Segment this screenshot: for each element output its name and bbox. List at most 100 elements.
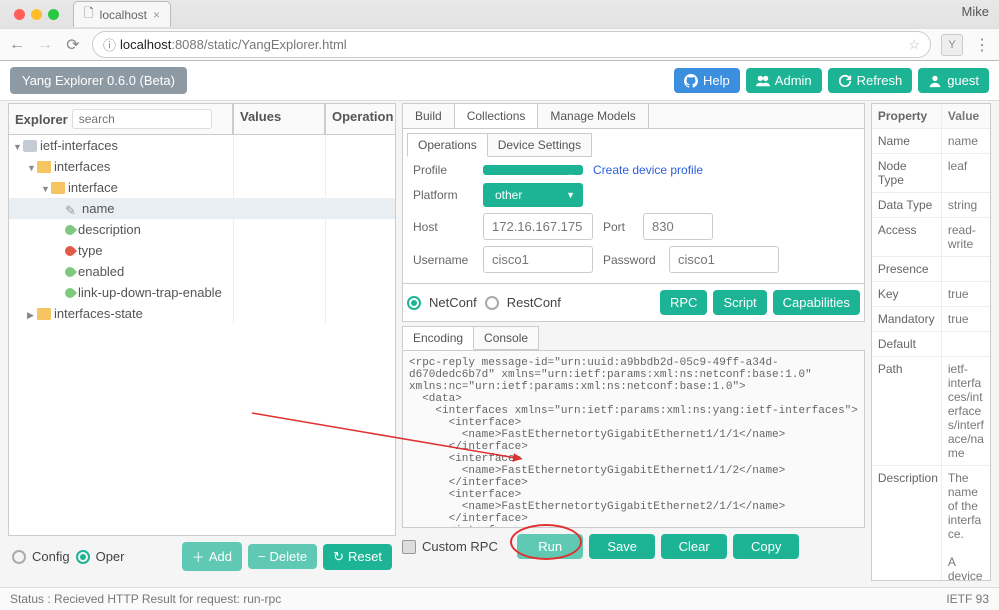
fold-icon bbox=[51, 182, 65, 194]
property-value bbox=[942, 332, 990, 356]
rpc-button[interactable]: RPC bbox=[660, 290, 707, 315]
netconf-radio[interactable] bbox=[407, 296, 421, 310]
clear-button[interactable]: Clear bbox=[661, 534, 727, 559]
guest-button[interactable]: guest bbox=[918, 68, 989, 93]
subtab-operations[interactable]: Operations bbox=[407, 133, 488, 157]
restconf-radio[interactable] bbox=[485, 296, 499, 310]
help-button[interactable]: Help bbox=[674, 68, 740, 93]
property-value: name bbox=[942, 129, 990, 153]
tree-label: interface bbox=[68, 180, 118, 195]
platform-label: Platform bbox=[413, 188, 473, 202]
property-value: true bbox=[942, 307, 990, 331]
users-icon bbox=[756, 74, 770, 88]
tree-value bbox=[234, 156, 326, 177]
property-row: Data Typestring bbox=[872, 193, 990, 218]
menu-icon[interactable]: ⋮ bbox=[973, 35, 991, 55]
console-output[interactable]: <rpc-reply message-id="urn:uuid:a9bbdb2d… bbox=[402, 350, 865, 528]
property-header: Property bbox=[872, 104, 942, 128]
key-icon bbox=[65, 203, 79, 215]
capabilities-button[interactable]: Capabilities bbox=[773, 290, 860, 315]
tree-row[interactable]: ietf-interfaces bbox=[9, 135, 395, 156]
platform-select[interactable]: other bbox=[483, 183, 583, 207]
property-value: leaf bbox=[942, 154, 990, 192]
property-value bbox=[942, 257, 990, 281]
app-title: Yang Explorer 0.6.0 (Beta) bbox=[10, 67, 187, 94]
password-label: Password bbox=[603, 253, 659, 267]
oper-label: Oper bbox=[96, 549, 125, 564]
tree-row[interactable]: description bbox=[9, 219, 395, 240]
property-row: Pathietf-interfaces/interfaces/interface… bbox=[872, 357, 990, 466]
property-row: Namename bbox=[872, 129, 990, 154]
extension-icon[interactable]: Y bbox=[941, 34, 963, 56]
username-input[interactable] bbox=[483, 246, 593, 273]
create-profile-link[interactable]: Create device profile bbox=[593, 163, 703, 177]
oper-radio[interactable] bbox=[76, 550, 90, 564]
search-input[interactable] bbox=[72, 109, 212, 129]
script-button[interactable]: Script bbox=[713, 290, 766, 315]
tree-label: link-up-down-trap-enable bbox=[78, 285, 222, 300]
password-input[interactable] bbox=[669, 246, 779, 273]
window-min-icon[interactable] bbox=[31, 9, 42, 20]
status-right: IETF 93 bbox=[946, 592, 989, 606]
reload-icon[interactable]: ⟳ bbox=[64, 35, 82, 55]
tree-value bbox=[234, 261, 326, 282]
delete-button[interactable]: −Delete bbox=[248, 544, 317, 569]
refresh-icon bbox=[838, 74, 852, 88]
bookmark-icon[interactable]: ☆ bbox=[908, 37, 920, 53]
run-button[interactable]: Run bbox=[517, 534, 583, 559]
profile-label[interactable]: Mike bbox=[962, 4, 989, 19]
property-key: Name bbox=[872, 129, 942, 153]
tree-row[interactable]: name bbox=[9, 198, 395, 219]
tab-encoding[interactable]: Encoding bbox=[402, 326, 474, 350]
host-input[interactable] bbox=[483, 213, 593, 240]
address-bar[interactable]: ⓘ localhost :8088/static/YangExplorer.ht… bbox=[92, 31, 931, 58]
window-max-icon[interactable] bbox=[48, 9, 59, 20]
config-label: Config bbox=[32, 549, 70, 564]
tree-row[interactable]: type bbox=[9, 240, 395, 261]
property-row: DescriptionThe name of the interface. A … bbox=[872, 466, 990, 581]
tab-manage-models[interactable]: Manage Models bbox=[538, 104, 648, 128]
reset-button[interactable]: ↻Reset bbox=[323, 544, 392, 570]
info-icon[interactable]: ⓘ bbox=[103, 35, 116, 54]
copy-button[interactable]: Copy bbox=[733, 534, 799, 559]
back-icon[interactable]: ← bbox=[8, 36, 26, 54]
tree-row[interactable]: interfaces-state bbox=[9, 303, 395, 324]
property-row: Keytrue bbox=[872, 282, 990, 307]
property-row: Accessread-write bbox=[872, 218, 990, 257]
tree-row[interactable]: enabled bbox=[9, 261, 395, 282]
window-close-icon[interactable] bbox=[14, 9, 25, 20]
tab-collections[interactable]: Collections bbox=[455, 104, 539, 128]
explorer-header: Explorer bbox=[15, 112, 68, 127]
property-value: ietf-interfaces/interfaces/interface/nam… bbox=[942, 357, 990, 465]
property-key: Node Type bbox=[872, 154, 942, 192]
custom-rpc-checkbox[interactable] bbox=[402, 540, 416, 554]
config-radio[interactable] bbox=[12, 550, 26, 564]
browser-tab[interactable]: 🗋 localhost × bbox=[73, 1, 171, 27]
tree-label: ietf-interfaces bbox=[40, 138, 118, 153]
tab-build[interactable]: Build bbox=[403, 104, 455, 128]
refresh-button[interactable]: Refresh bbox=[828, 68, 913, 93]
port-input[interactable] bbox=[643, 213, 713, 240]
add-button[interactable]: ＋Add bbox=[182, 542, 242, 571]
netconf-label: NetConf bbox=[429, 295, 477, 310]
profile-select[interactable] bbox=[483, 165, 583, 175]
property-key: Path bbox=[872, 357, 942, 465]
tab-console[interactable]: Console bbox=[473, 326, 539, 350]
fold-icon bbox=[37, 308, 51, 320]
property-row: Default bbox=[872, 332, 990, 357]
tree-label: enabled bbox=[78, 264, 124, 279]
forward-icon: → bbox=[36, 36, 54, 54]
close-icon[interactable]: × bbox=[153, 8, 160, 22]
profile-label: Profile bbox=[413, 163, 473, 177]
save-button[interactable]: Save bbox=[589, 534, 655, 559]
github-icon bbox=[684, 74, 698, 88]
leaf-icon bbox=[63, 285, 77, 299]
admin-button[interactable]: Admin bbox=[746, 68, 822, 93]
property-value: true bbox=[942, 282, 990, 306]
url-host: localhost bbox=[120, 37, 171, 52]
tree-row[interactable]: link-up-down-trap-enable bbox=[9, 282, 395, 303]
subtab-device-settings[interactable]: Device Settings bbox=[487, 133, 592, 157]
tree-row[interactable]: interface bbox=[9, 177, 395, 198]
property-key: Access bbox=[872, 218, 942, 256]
tree-row[interactable]: interfaces bbox=[9, 156, 395, 177]
